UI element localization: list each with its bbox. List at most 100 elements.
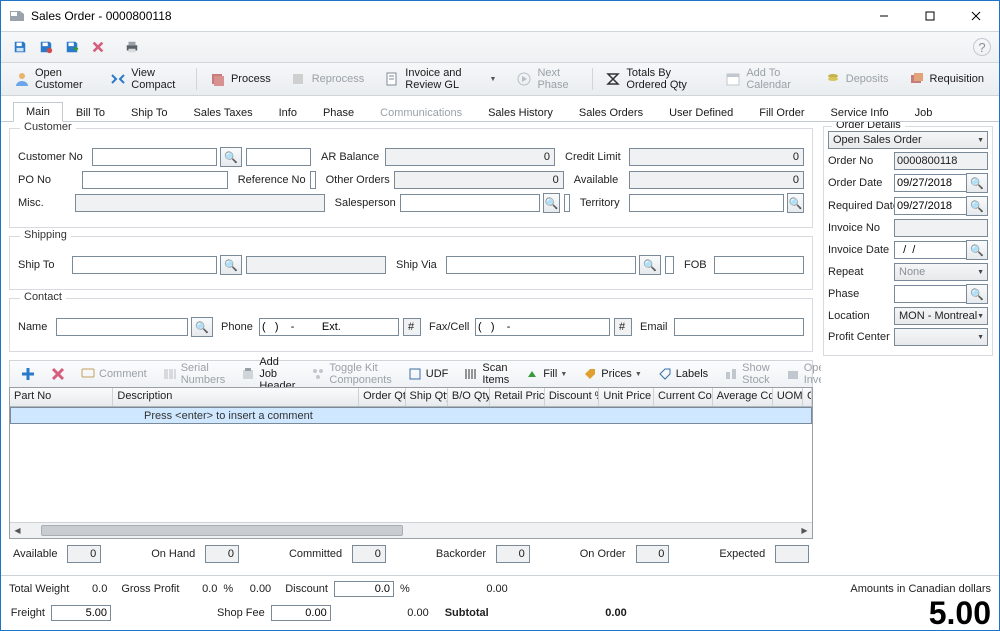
- col-unit-price[interactable]: Unit Price: [599, 388, 654, 406]
- ship-via-input[interactable]: [446, 256, 636, 274]
- tab-sales-taxes[interactable]: Sales Taxes: [181, 103, 266, 122]
- ship-via-name-input[interactable]: [665, 256, 674, 274]
- minimize-button[interactable]: [861, 1, 907, 31]
- view-compact-button[interactable]: View Compact: [101, 65, 190, 93]
- grid-body[interactable]: Press <enter> to insert a comment: [10, 407, 812, 522]
- save-button[interactable]: [9, 36, 31, 58]
- add-job-header-button[interactable]: Add Job Header: [234, 362, 302, 386]
- col-order-qty[interactable]: Order Qty: [359, 388, 405, 406]
- ship-via-lookup[interactable]: 🔍: [639, 255, 661, 275]
- tab-job[interactable]: Job: [902, 103, 946, 122]
- grid-hscroll[interactable]: ◀ ▶: [10, 522, 812, 538]
- line-items-grid[interactable]: Part No Description Order Qty Ship Qty B…: [9, 387, 813, 539]
- name-lookup[interactable]: 🔍: [191, 317, 213, 337]
- ship-to-lookup[interactable]: 🔍: [220, 255, 242, 275]
- required-date-input[interactable]: [894, 197, 967, 215]
- tab-fill-order[interactable]: Fill Order: [746, 103, 817, 122]
- invoice-date-lookup[interactable]: 🔍: [966, 240, 988, 260]
- open-customer-button[interactable]: Open Customer: [5, 65, 99, 93]
- tab-ship-to[interactable]: Ship To: [118, 103, 181, 122]
- ship-via-label: Ship Via: [396, 259, 442, 271]
- search-icon: 🔍: [970, 200, 984, 213]
- col-discount[interactable]: Discount %: [545, 388, 600, 406]
- shop-fee-input[interactable]: [271, 605, 331, 621]
- tab-phase[interactable]: Phase: [310, 103, 367, 122]
- labels-button[interactable]: Labels: [651, 362, 715, 386]
- salesperson-lookup[interactable]: 🔍: [543, 193, 560, 213]
- scan-items-button[interactable]: Scan Items: [457, 362, 516, 386]
- territory-label: Territory: [580, 197, 625, 209]
- col-current-cost[interactable]: Current Cost: [654, 388, 713, 406]
- email-input[interactable]: [674, 318, 804, 336]
- col-part-no[interactable]: Part No: [10, 388, 113, 406]
- order-date-input[interactable]: [894, 174, 967, 192]
- col-uom[interactable]: UOM: [773, 388, 803, 406]
- comment-button: Comment: [74, 362, 154, 386]
- invoice-date-input[interactable]: [894, 241, 967, 259]
- customer-no-input[interactable]: [92, 148, 217, 166]
- col-average-cost[interactable]: Average Cost: [713, 388, 773, 406]
- invoice-review-gl-button[interactable]: Invoice and Review GL▼: [375, 65, 505, 93]
- customer-no-lookup[interactable]: 🔍: [220, 147, 242, 167]
- scroll-thumb[interactable]: [41, 525, 403, 536]
- order-status-select[interactable]: Open Sales Order▼: [828, 131, 988, 149]
- save-close-button[interactable]: [35, 36, 57, 58]
- stk-committed-label: Committed: [289, 548, 342, 560]
- territory-lookup[interactable]: 🔍: [787, 193, 804, 213]
- help-icon[interactable]: ?: [973, 38, 991, 56]
- territory-input[interactable]: [629, 194, 784, 212]
- salesperson-input[interactable]: [400, 194, 540, 212]
- remove-item-button[interactable]: [44, 362, 72, 386]
- fob-input[interactable]: [714, 256, 804, 274]
- scroll-right-icon[interactable]: ▶: [797, 523, 812, 538]
- name-input[interactable]: [56, 318, 188, 336]
- tab-sales-history[interactable]: Sales History: [475, 103, 566, 122]
- tab-info[interactable]: Info: [266, 103, 310, 122]
- po-no-input[interactable]: [82, 171, 228, 189]
- udf-button[interactable]: UDF: [401, 362, 456, 386]
- save-new-button[interactable]: [61, 36, 83, 58]
- process-button[interactable]: Process: [201, 65, 280, 93]
- phone-type: #: [403, 318, 421, 336]
- discount-input[interactable]: [334, 581, 394, 597]
- phone-input[interactable]: [259, 318, 399, 336]
- fill-button[interactable]: Fill▼: [518, 362, 574, 386]
- order-date-lookup[interactable]: 🔍: [966, 173, 988, 193]
- tab-bill-to[interactable]: Bill To: [63, 103, 118, 122]
- search-icon: 🔍: [970, 244, 984, 257]
- freight-input[interactable]: [51, 605, 111, 621]
- delete-button[interactable]: [87, 36, 109, 58]
- tab-sales-orders[interactable]: Sales Orders: [566, 103, 656, 122]
- quick-toolbar: ?: [1, 31, 999, 63]
- tab-user-defined[interactable]: User Defined: [656, 103, 746, 122]
- discount-label: Discount: [285, 583, 328, 595]
- available-label: Available: [574, 174, 625, 186]
- phase-input[interactable]: [894, 285, 967, 303]
- totals-by-qty-button[interactable]: Totals By Ordered Qty: [596, 65, 714, 93]
- print-button[interactable]: [121, 36, 143, 58]
- col-bo-qty[interactable]: B/O Qty: [448, 388, 490, 406]
- add-item-button[interactable]: [14, 362, 42, 386]
- close-button[interactable]: [953, 1, 999, 31]
- ship-to-input[interactable]: [72, 256, 217, 274]
- tab-service-info[interactable]: Service Info: [818, 103, 902, 122]
- location-select[interactable]: MON - Montreal▼: [894, 307, 988, 325]
- required-date-lookup[interactable]: 🔍: [966, 196, 988, 216]
- scroll-left-icon[interactable]: ◀: [10, 523, 25, 538]
- phase-lookup[interactable]: 🔍: [966, 284, 988, 304]
- col-retail-price[interactable]: Retail Price: [490, 388, 545, 406]
- fax-input[interactable]: [475, 318, 610, 336]
- prices-button[interactable]: Prices▼: [576, 362, 649, 386]
- customer-name-input[interactable]: [246, 148, 311, 166]
- maximize-button[interactable]: [907, 1, 953, 31]
- col-conversion[interactable]: Conversi: [803, 388, 812, 406]
- profit-center-select[interactable]: ▼: [894, 328, 988, 346]
- requisition-button[interactable]: Requisition: [900, 65, 993, 93]
- col-ship-qty[interactable]: Ship Qty: [406, 388, 448, 406]
- col-description[interactable]: Description: [113, 388, 359, 406]
- tab-main[interactable]: Main: [13, 102, 63, 122]
- grid-placeholder-row[interactable]: Press <enter> to insert a comment: [10, 407, 812, 424]
- reference-no-input[interactable]: [310, 171, 316, 189]
- stk-onhand-value: 0: [205, 545, 239, 563]
- salesperson-name-input[interactable]: [564, 194, 570, 212]
